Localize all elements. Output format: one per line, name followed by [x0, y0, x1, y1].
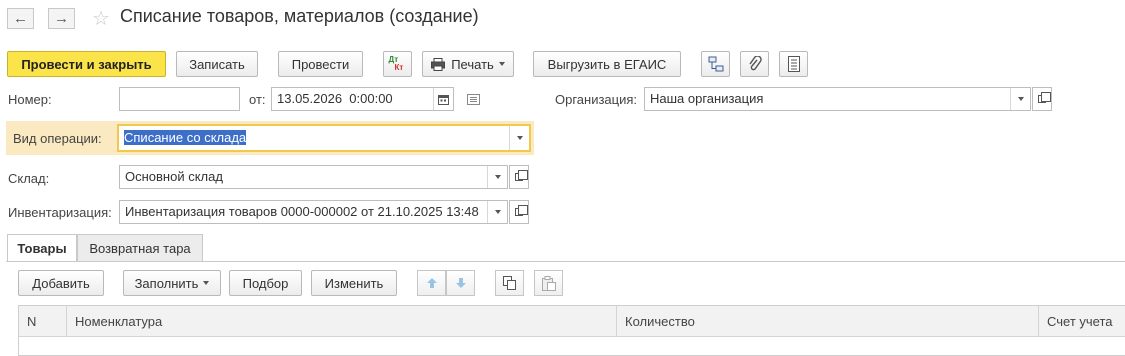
- arrow-up-icon: [426, 278, 437, 288]
- egais-export-button[interactable]: Выгрузить в ЕГАИС: [533, 51, 681, 77]
- organization-label: Организация:: [555, 92, 638, 107]
- move-up-button[interactable]: [417, 270, 446, 296]
- operation-type-field[interactable]: Списание со склада: [117, 124, 531, 152]
- warehouse-label: Склад:: [8, 171, 50, 186]
- move-down-button[interactable]: [446, 270, 475, 296]
- dt-kt-icon: Дт Кт: [389, 55, 407, 73]
- print-button[interactable]: Печать: [422, 51, 514, 77]
- tab-goods[interactable]: Товары: [7, 234, 77, 262]
- inventory-value: Инвентаризация товаров 0000-000002 от 21…: [125, 204, 479, 219]
- add-button[interactable]: Добавить: [18, 270, 104, 296]
- attach-button[interactable]: [740, 51, 769, 77]
- warehouse-value: Основной склад: [125, 169, 223, 184]
- tab-returnable-containers[interactable]: Возвратная тара: [77, 234, 203, 261]
- chevron-down-icon: [498, 62, 505, 66]
- open-icon: [1038, 92, 1051, 103]
- dt-kt-button[interactable]: Дт Кт: [383, 51, 412, 77]
- change-button[interactable]: Изменить: [311, 270, 397, 296]
- post-button[interactable]: Провести: [278, 51, 363, 77]
- paperclip-icon: [748, 56, 762, 71]
- warehouse-open-button[interactable]: [509, 165, 529, 189]
- tab-divider: [6, 261, 1125, 262]
- open-icon: [515, 170, 528, 181]
- more-actions-button[interactable]: [779, 51, 808, 77]
- organization-dropdown-button[interactable]: [1010, 88, 1030, 110]
- comment-icon[interactable]: [467, 93, 480, 108]
- kt-label: Кт: [394, 63, 404, 72]
- inventory-label: Инвентаризация:: [8, 205, 112, 220]
- organization-value: Наша организация: [650, 91, 764, 106]
- column-header-account[interactable]: Счет учета: [1039, 306, 1125, 337]
- date-value: 13.05.2026 0:00:00: [277, 91, 393, 106]
- column-header-n[interactable]: N: [19, 306, 67, 337]
- document-list-icon: [787, 56, 800, 72]
- inventory-open-button[interactable]: [509, 200, 529, 224]
- column-header-nomenclature[interactable]: Номенклатура: [67, 306, 617, 337]
- paste-button[interactable]: [534, 270, 563, 296]
- save-button[interactable]: Записать: [176, 51, 258, 77]
- print-label: Печать: [451, 56, 494, 72]
- operation-type-dropdown-button[interactable]: [509, 126, 529, 150]
- chevron-down-icon: [516, 136, 523, 140]
- page-title: Списание товаров, материалов (создание): [120, 6, 479, 26]
- warehouse-dropdown-button[interactable]: [487, 166, 507, 188]
- column-header-quantity[interactable]: Количество: [617, 306, 1039, 337]
- structure-icon: [708, 56, 723, 72]
- pick-button[interactable]: Подбор: [229, 270, 302, 296]
- fill-button[interactable]: Заполнить: [123, 270, 221, 296]
- organization-open-button[interactable]: [1032, 87, 1052, 111]
- inventory-dropdown-button[interactable]: [487, 201, 507, 223]
- organization-field[interactable]: Наша организация: [644, 87, 1031, 111]
- number-label: Номер:: [8, 92, 52, 107]
- printer-icon: [431, 57, 446, 71]
- paste-icon: [541, 275, 556, 291]
- favorite-star-icon[interactable]: ☆: [92, 6, 110, 31]
- calendar-icon: [438, 94, 449, 105]
- number-field[interactable]: [119, 87, 240, 111]
- chevron-down-icon: [1017, 97, 1024, 101]
- warehouse-field[interactable]: Основной склад: [119, 165, 508, 189]
- chevron-down-icon: [494, 210, 501, 214]
- post-and-close-button[interactable]: Провести и закрыть: [7, 51, 166, 77]
- operation-type-value: Списание со склада: [124, 130, 247, 145]
- operation-type-label: Вид операции:: [13, 131, 102, 146]
- calendar-button[interactable]: [433, 88, 453, 110]
- date-field[interactable]: 13.05.2026 0:00:00: [271, 87, 454, 111]
- inventory-field[interactable]: Инвентаризация товаров 0000-000002 от 21…: [119, 200, 508, 224]
- back-button[interactable]: ←: [7, 8, 34, 29]
- fill-label: Заполнить: [134, 275, 199, 291]
- copy-button[interactable]: [495, 270, 524, 296]
- date-label: от:: [249, 92, 266, 107]
- goods-table: N Номенклатура Количество Счет учета: [18, 305, 1125, 356]
- chevron-down-icon: [203, 281, 210, 285]
- arrow-down-icon: [455, 278, 466, 288]
- structure-button[interactable]: [701, 51, 730, 77]
- chevron-down-icon: [494, 175, 501, 179]
- arrow-left-icon: ←: [13, 10, 28, 27]
- forward-button[interactable]: →: [48, 8, 75, 29]
- open-icon: [515, 205, 528, 216]
- arrow-right-icon: →: [54, 10, 69, 27]
- copy-icon: [502, 276, 516, 290]
